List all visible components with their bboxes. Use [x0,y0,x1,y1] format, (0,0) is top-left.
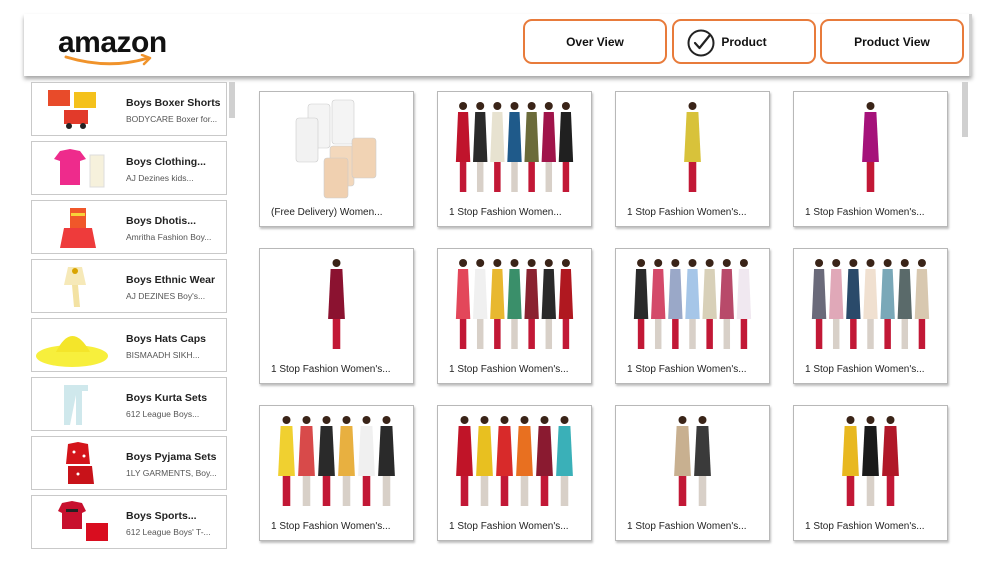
product-image [278,416,395,506]
sidebar-item-boys-clothing[interactable]: Boys Clothing... AJ Dezines kids... [31,141,227,195]
product-label: 1 Stop Fashion Women's... [627,207,747,218]
overview-button-label: Over View [566,34,624,49]
product-label: 1 Stop Fashion Women's... [627,521,747,532]
product-image [842,416,899,506]
product-image [633,259,752,349]
sidebar-item-subtitle: BISMAADH SIKH... [126,350,200,360]
sidebar-item-boys-pyjama-sets[interactable]: Boys Pyjama Sets 1LY GARMENTS, Boy... [31,436,227,490]
sidebar-item-subtitle: 612 League Boys' T-... [126,527,211,537]
product-label: 1 Stop Fashion Women's... [805,364,925,375]
product-label: 1 Stop Fashion Women's... [805,521,925,532]
product-grid-scrollbar[interactable] [962,82,968,137]
sidebar-item-boys-dhotis[interactable]: Boys Dhotis... Amritha Fashion Boy... [31,200,227,254]
kurta-thumbnail [64,385,88,425]
product-label: 1 Stop Fashion Women's... [449,364,569,375]
product-image [862,102,879,192]
product-label: 1 Stop Fashion Women's... [271,521,391,532]
clothing-thumbnail [54,149,105,188]
dhotis-thumbnail [60,208,96,248]
sidebar-item-subtitle: 1LY GARMENTS, Boy... [126,468,217,478]
product-image [684,102,701,192]
product-image [455,259,574,349]
sidebar-item-subtitle: AJ Dezines kids... [126,173,194,183]
product-card[interactable]: 1 Stop Fashion Women's... [259,248,414,384]
sidebar-item-title: Boys Clothing... [126,156,206,168]
product-view-button[interactable]: Product View [820,19,964,64]
sidebar-item-subtitle: Amritha Fashion Boy... [126,232,212,242]
check-circle-icon [687,29,715,57]
product-card[interactable]: 1 Stop Fashion Women's... [615,405,770,541]
product-button-label: Product [721,34,767,49]
sidebar-item-subtitle: 612 League Boys... [126,409,200,419]
category-sidebar: Boys Boxer Shorts BODYCARE Boxer for... … [31,82,227,552]
product-image [455,102,574,192]
sidebar-item-title: Boys Hats Caps [126,333,206,345]
product-card[interactable]: 1 Stop Fashion Women's... [793,91,948,227]
ethnic-wear-thumbnail [64,267,86,307]
product-label: 1 Stop Fashion Women's... [449,521,569,532]
product-label: 1 Stop Fashion Women's... [627,364,747,375]
product-label: (Free Delivery) Women... [271,207,383,218]
header-bar: amazon Over View Product Product View [24,14,972,76]
product-button[interactable]: Product [672,19,816,64]
sidebar-item-boys-boxer-shorts[interactable]: Boys Boxer Shorts BODYCARE Boxer for... [31,82,227,136]
sidebar-item-title: Boys Ethnic Wear [126,274,216,286]
sidebar-item-boys-kurta-sets[interactable]: Boys Kurta Sets 612 League Boys... [31,377,227,431]
product-image [328,259,345,349]
sidebar-item-subtitle: AJ DEZINES Boy's... [126,291,206,301]
product-card[interactable]: 1 Stop Fashion Women's... [793,248,948,384]
product-card[interactable]: 1 Stop Fashion Women's... [259,405,414,541]
sidebar-item-title: Boys Boxer Shorts [126,97,221,109]
product-label: 1 Stop Fashion Women's... [805,207,925,218]
sidebar-item-boys-ethnic-wear[interactable]: Boys Ethnic Wear AJ DEZINES Boy's... [31,259,227,313]
sidebar-item-boys-hats-caps[interactable]: Boys Hats Caps BISMAADH SIKH... [31,318,227,372]
product-view-button-label: Product View [854,34,930,49]
amazon-logo: amazon [58,26,188,72]
product-card[interactable]: 1 Stop Fashion Women's... [793,405,948,541]
product-card[interactable]: 1 Stop Fashion Women's... [615,91,770,227]
boxer-shorts-thumbnail [48,90,96,129]
sidebar-item-title: Boys Kurta Sets [126,392,208,404]
product-card[interactable]: 1 Stop Fashion Women's... [615,248,770,384]
sidebar-item-title: Boys Sports... [126,510,197,522]
sidebar-item-title: Boys Dhotis... [126,215,197,227]
overview-button[interactable]: Over View [523,19,667,64]
product-card[interactable]: 1 Stop Fashion Women's... [437,405,592,541]
product-image [674,416,711,506]
product-image [295,99,377,199]
hat-thumbnail [36,336,108,367]
product-image [456,416,573,506]
smile-arrow-icon [64,54,152,66]
product-label: 1 Stop Fashion Women... [449,207,562,218]
sidebar-item-title: Boys Pyjama Sets [126,451,217,463]
pyjama-thumbnail [66,442,94,484]
product-image [811,259,930,349]
sidebar-item-boys-sports[interactable]: Boys Sports... 612 League Boys' T-... [31,495,227,549]
page: amazon Over View Product Product View Bo… [0,0,995,572]
sidebar-item-subtitle: BODYCARE Boxer for... [126,114,218,124]
product-card[interactable]: 1 Stop Fashion Women... [437,91,592,227]
product-card[interactable]: 1 Stop Fashion Women's... [437,248,592,384]
product-label: 1 Stop Fashion Women's... [271,364,391,375]
sports-thumbnail [58,501,108,541]
product-card[interactable]: (Free Delivery) Women... [259,91,414,227]
sidebar-scrollbar[interactable] [229,82,235,118]
